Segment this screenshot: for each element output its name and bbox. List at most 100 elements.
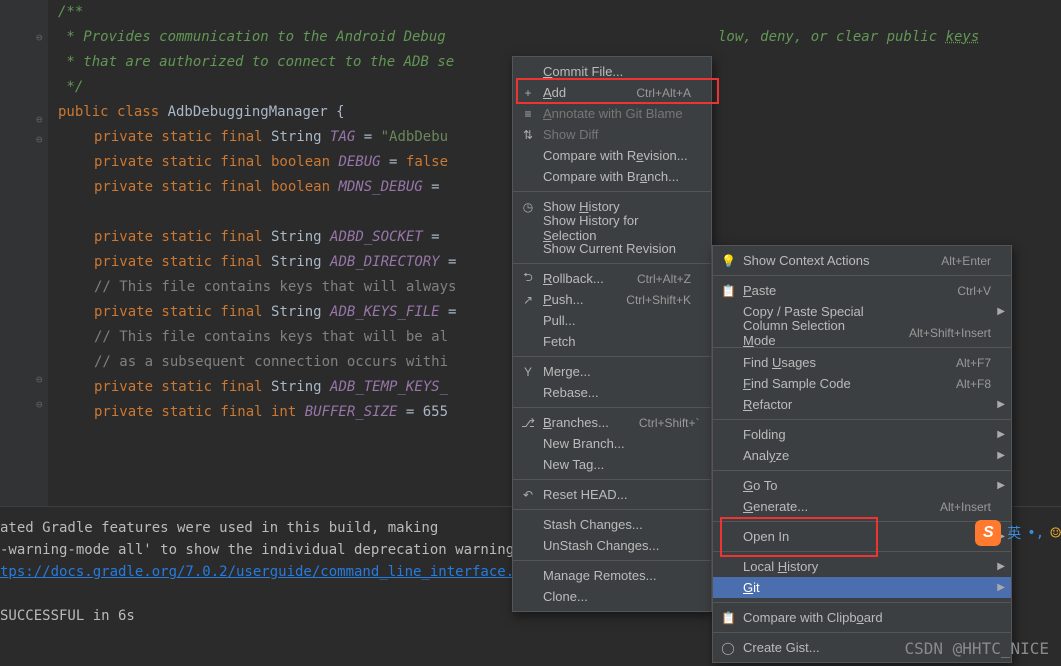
ctx-menu-refactor[interactable]: Refactor▶	[713, 394, 1011, 415]
code-text: 655	[423, 404, 448, 420]
gutter-fold-indicator[interactable]: ⊖	[36, 113, 43, 126]
menu-item-label: Compare with Branch...	[543, 169, 691, 184]
menu-shortcut: Ctrl+Alt+A	[636, 86, 691, 100]
menu-item-label: Folding	[743, 427, 991, 442]
menu-item-label: Manage Remotes...	[543, 568, 691, 583]
code-text: public class	[58, 104, 168, 120]
git-menu-show-diff: ⇅ Show Diff	[513, 124, 711, 145]
create-gist-icon: ◯	[721, 641, 735, 655]
menu-item-label: Find Sample Code	[743, 376, 926, 391]
git-menu-branches[interactable]: ⎇Branches...Ctrl+Shift+`	[513, 412, 711, 433]
git-menu-new-branch[interactable]: New Branch...	[513, 433, 711, 454]
git-menu-commit-file[interactable]: Commit File...	[513, 61, 711, 82]
ctx-menu-open-in[interactable]: Open In▶	[713, 526, 1011, 547]
emoji-icon[interactable]: ☺	[1050, 523, 1061, 544]
gutter-fold-indicator[interactable]: ⊖	[36, 373, 43, 386]
git-menu-manage-remotes[interactable]: Manage Remotes...	[513, 565, 711, 586]
ctx-menu-analyze[interactable]: Analyze▶	[713, 445, 1011, 466]
ctx-menu-compare-with-clipboard[interactable]: 📋Compare with Clipboard	[713, 607, 1011, 628]
ctx-menu-show-context-actions[interactable]: 💡Show Context ActionsAlt+Enter	[713, 250, 1011, 271]
code-text: =	[440, 254, 457, 270]
git-menu-compare-with-branch[interactable]: Compare with Branch...	[513, 166, 711, 187]
code-text: keys	[946, 29, 980, 45]
code-text: // This file contains keys that will be …	[94, 329, 448, 345]
annotate-with-git-blame-icon: ≡	[521, 107, 535, 121]
menu-shortcut: Alt+Enter	[941, 254, 991, 268]
menu-item-label: New Tag...	[543, 457, 691, 472]
menu-item-label: Compare with Clipboard	[743, 610, 991, 625]
gutter-fold-indicator[interactable]: ⊖	[36, 133, 43, 146]
menu-shortcut: Ctrl+Shift+K	[626, 293, 691, 307]
git-menu-rollback[interactable]: ⮌Rollback...Ctrl+Alt+Z	[513, 268, 711, 289]
menu-separator	[513, 479, 711, 480]
code-text: private static final boolean	[94, 179, 338, 195]
menu-separator	[713, 419, 1011, 420]
menu-separator	[513, 560, 711, 561]
ime-punct[interactable]: •,	[1027, 525, 1044, 541]
menu-item-label: Rebase...	[543, 385, 691, 400]
code-text: =	[423, 229, 448, 245]
menu-item-label: Clone...	[543, 589, 691, 604]
gutter-fold-indicator[interactable]: ⊖	[36, 398, 43, 411]
ime-lang[interactable]: 英	[1007, 523, 1021, 543]
show-diff-icon: ⇅	[521, 128, 535, 142]
code-text: private static final boolean	[94, 154, 338, 170]
code-text: String	[271, 379, 330, 395]
ctx-menu-column-selection-mode[interactable]: Column Selection ModeAlt+Shift+Insert	[713, 322, 1011, 343]
ctx-menu-local-history[interactable]: Local History▶	[713, 556, 1011, 577]
ctx-menu-go-to[interactable]: Go To▶	[713, 475, 1011, 496]
ctx-menu-find-usages[interactable]: Find UsagesAlt+F7	[713, 352, 1011, 373]
code-text: =	[381, 154, 406, 170]
git-menu-stash-changes[interactable]: Stash Changes...	[513, 514, 711, 535]
ctx-menu-generate[interactable]: Generate...Alt+Insert	[713, 496, 1011, 517]
show-context-actions-icon: 💡	[721, 254, 735, 268]
code-text: String	[271, 229, 330, 245]
ctx-menu-find-sample-code[interactable]: Find Sample CodeAlt+F8	[713, 373, 1011, 394]
code-text: String	[271, 304, 330, 320]
menu-separator	[713, 551, 1011, 552]
menu-item-label: Analyze	[743, 448, 991, 463]
code-text: ADB_KEYS_FILE	[330, 304, 440, 320]
sogou-logo-icon[interactable]: S	[975, 520, 1001, 546]
menu-item-label: Generate...	[743, 499, 910, 514]
code-text: ADB_DIRECTORY	[330, 254, 440, 270]
menu-item-label: Paste	[743, 283, 927, 298]
gutter-fold-indicator[interactable]: ⊖	[36, 31, 43, 44]
ctx-menu-folding[interactable]: Folding▶	[713, 424, 1011, 445]
git-menu-push[interactable]: ↗Push...Ctrl+Shift+K	[513, 289, 711, 310]
git-menu-show-history-for-selection[interactable]: Show History for Selection	[513, 217, 711, 238]
menu-shortcut: Ctrl+V	[957, 284, 991, 298]
menu-item-label: Show Diff	[543, 127, 691, 142]
paste-icon: 📋	[721, 284, 735, 298]
menu-separator	[513, 407, 711, 408]
ime-toolbar[interactable]: S 英 •, ☺	[975, 520, 1061, 546]
git-menu-merge[interactable]: YMerge...	[513, 361, 711, 382]
git-menu-fetch[interactable]: Fetch	[513, 331, 711, 352]
git-menu-show-current-revision[interactable]: Show Current Revision	[513, 238, 711, 259]
git-menu-compare-with-revision[interactable]: Compare with Revision...	[513, 145, 711, 166]
git-menu-add[interactable]: +AddCtrl+Alt+A	[513, 82, 711, 103]
git-menu-new-tag[interactable]: New Tag...	[513, 454, 711, 475]
code-text: MDNS_DEBUG	[338, 179, 422, 195]
editor-context-menu[interactable]: 💡Show Context ActionsAlt+Enter 📋 Paste Ctrl…	[712, 245, 1012, 663]
git-menu-reset-head[interactable]: ↶Reset HEAD...	[513, 484, 711, 505]
code-text: // as a subsequent connection occurs wit…	[94, 354, 448, 370]
menu-item-label: Annotate with Git Blame	[543, 106, 691, 121]
git-menu-clone[interactable]: Clone...	[513, 586, 711, 607]
git-submenu[interactable]: Commit File...+AddCtrl+Alt+A ≡ Annotate wi…	[512, 56, 712, 612]
git-menu-rebase[interactable]: Rebase...	[513, 382, 711, 403]
menu-item-label: Merge...	[543, 364, 691, 379]
code-text: ADBD_SOCKET	[330, 229, 423, 245]
submenu-arrow-icon: ▶	[997, 480, 1005, 491]
menu-shortcut: Ctrl+Alt+Z	[637, 272, 691, 286]
code-text: private static final int	[94, 404, 305, 420]
menu-separator	[513, 191, 711, 192]
ctx-menu-git[interactable]: Git▶	[713, 577, 1011, 598]
code-text: {	[336, 104, 344, 120]
code-text: DEBUG	[338, 154, 380, 170]
git-menu-unstash-changes[interactable]: UnStash Changes...	[513, 535, 711, 556]
code-text: String	[271, 254, 330, 270]
ctx-menu-paste[interactable]: 📋 Paste Ctrl+V	[713, 280, 1011, 301]
git-menu-pull[interactable]: Pull...	[513, 310, 711, 331]
branches-icon: ⎇	[521, 416, 535, 430]
